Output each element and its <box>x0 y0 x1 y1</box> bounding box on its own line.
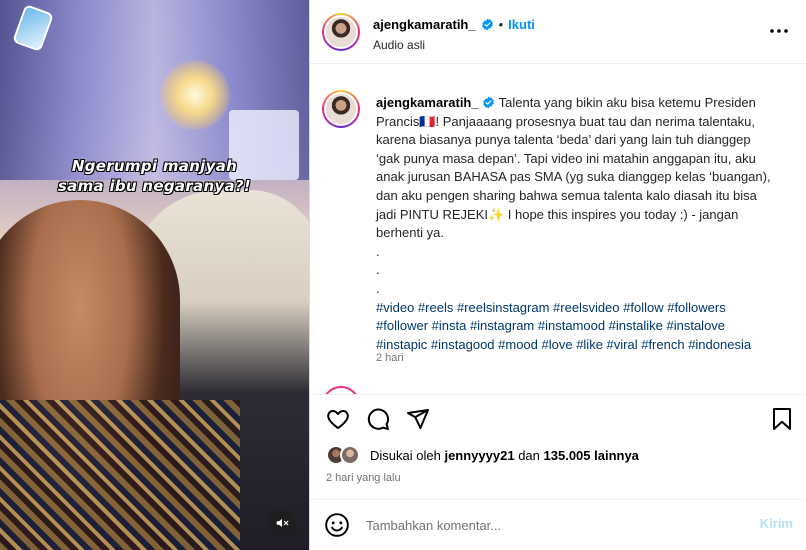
comment-button[interactable] <box>364 405 392 433</box>
liker-avatars[interactable] <box>326 445 362 465</box>
caption-line: ‘gak punya masa depan’. Tapi video ini m… <box>376 150 756 166</box>
caption-line: karena biasanya punya talenta ‘beda’ dar… <box>376 132 751 148</box>
more-options-button[interactable] <box>767 22 791 40</box>
caption-timestamp[interactable]: 2 hari <box>376 352 404 364</box>
verified-badge-icon <box>483 96 495 109</box>
save-button[interactable] <box>768 405 796 433</box>
overlay-line-2: sama ibu negaranya?! <box>57 177 252 195</box>
post-header: ajengkamaratih_ • Ikuti Audio asli <box>310 0 806 64</box>
hashtag-line[interactable]: #instapic #instagood #mood #love #like #… <box>376 336 796 355</box>
follow-button[interactable]: Ikuti <box>508 17 535 32</box>
caption-line: . <box>376 243 380 259</box>
chandelier <box>160 60 230 130</box>
caption-section: ajengkamaratih_ Talenta yang bikin aku b… <box>310 64 806 394</box>
audio-source-link[interactable]: Audio asli <box>373 38 425 52</box>
post-comment-button[interactable]: Kirim <box>760 516 793 531</box>
post-media[interactable]: Ngerumpi manjyah sama ibu negaranya?! <box>0 0 309 550</box>
share-button[interactable] <box>404 405 432 433</box>
caption-avatar[interactable] <box>322 90 360 128</box>
mute-toggle-button[interactable] <box>268 509 296 537</box>
post-timestamp[interactable]: 2 hari yang lalu <box>326 472 401 484</box>
hashtag-line[interactable]: #follower #insta #instagram #instamood #… <box>376 317 796 336</box>
caption-line: anak jurusan BAHASA pas SMA (yg suka dia… <box>376 169 771 185</box>
liked-by-count[interactable]: 135.005 lainnya <box>544 448 639 463</box>
next-comment-avatar[interactable] <box>322 386 360 394</box>
header-user-row: ajengkamaratih_ • Ikuti <box>373 17 535 32</box>
video-text-overlay: Ngerumpi manjyah sama ibu negaranya?! <box>0 156 309 196</box>
comment-input[interactable] <box>366 514 736 536</box>
liked-by-prefix: Disukai oleh <box>370 447 441 463</box>
more-horizontal-icon <box>770 29 788 33</box>
caption-line: Talenta yang bikin aku bisa ketemu Presi… <box>498 95 756 110</box>
avatar <box>340 445 360 465</box>
overlay-line-1: Ngerumpi manjyah <box>71 157 238 175</box>
caption-line: jadi PINTU REJEKI✨ I hope this inspires … <box>376 206 739 222</box>
post-details-panel: ajengkamaratih_ • Ikuti Audio asli ajeng… <box>309 0 806 550</box>
separator-dot: • <box>498 17 504 32</box>
liked-by-user[interactable]: jennyyyy21 <box>444 448 514 463</box>
speaker-muted-icon <box>276 518 289 528</box>
hashtag-line[interactable]: #video #reels #reelsinstagram #reelsvide… <box>376 299 796 318</box>
verified-badge-icon <box>481 18 493 31</box>
bookmark-icon <box>773 408 791 430</box>
heart-icon <box>327 410 349 429</box>
caption-username[interactable]: ajengkamaratih_ <box>376 95 479 110</box>
caption-text: ajengkamaratih_ Talenta yang bikin aku b… <box>376 94 796 354</box>
emoji-icon <box>325 513 349 537</box>
likes-text: Disukai oleh jennyyyy21 dan 135.005 lain… <box>370 448 639 463</box>
liked-by-and: dan <box>518 447 540 463</box>
caption-line: . <box>376 262 380 278</box>
comment-composer: Kirim <box>310 499 806 550</box>
comment-icon <box>367 408 390 430</box>
caption-line: . <box>376 280 380 296</box>
avatar[interactable] <box>322 13 360 51</box>
emoji-button[interactable] <box>324 512 350 538</box>
caption-line-first: ajengkamaratih_ Talenta yang bikin aku b… <box>376 94 796 113</box>
caption-line: dan aku pengen sharing bahwa semua talen… <box>376 187 757 203</box>
caption-line: Prancis🇫🇷! Panjaaaang prosesnya buat tau… <box>376 113 755 129</box>
caption-line: berhenti ya. <box>376 225 444 241</box>
header-username[interactable]: ajengkamaratih_ <box>373 17 476 32</box>
share-icon <box>407 409 429 429</box>
like-button[interactable] <box>324 405 352 433</box>
caption-body: ajengkamaratih_ Talenta yang bikin aku b… <box>376 94 796 354</box>
likes-summary: Disukai oleh jennyyyy21 dan 135.005 lain… <box>326 445 639 465</box>
patterned-outfit <box>0 400 240 550</box>
